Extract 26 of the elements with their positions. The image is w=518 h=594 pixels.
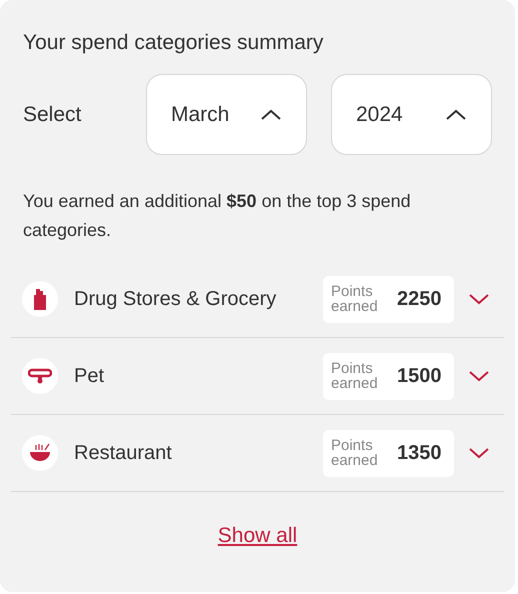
noodle-bowl-icon — [28, 443, 52, 463]
category-name: Pet — [74, 364, 106, 389]
category-name: Restaurant — [74, 441, 173, 466]
chevron-icon — [468, 370, 490, 382]
dropdown[interactable]: March — [146, 74, 307, 155]
select-label: Select — [23, 102, 82, 128]
dropdown[interactable]: 2024 — [331, 74, 492, 155]
points-value: 1500 — [397, 364, 442, 389]
chevron-icon — [468, 293, 490, 305]
earnings-message: You earned an additional $50 on the top 3 spend categories. — [22, 190, 412, 242]
chevron-icon — [260, 108, 282, 120]
points-label: Points earned — [331, 284, 379, 314]
points-value: 1350 — [397, 441, 442, 466]
points-label: Points earned — [331, 361, 379, 391]
expand-button[interactable] — [468, 447, 490, 459]
show-all-link[interactable]: Show all — [218, 520, 298, 552]
category-name: Drug Stores & Grocery — [74, 287, 278, 312]
chevron-icon — [445, 108, 467, 120]
grocery-bag-icon — [32, 288, 48, 310]
chevron-icon — [468, 447, 490, 459]
expand-button[interactable] — [468, 370, 490, 382]
expand-button[interactable] — [468, 293, 490, 305]
collar-icon — [28, 367, 52, 385]
card-title: Your spend categories summary — [22, 30, 324, 56]
points-value: 2250 — [397, 287, 442, 312]
points-label: Points earned — [331, 438, 379, 468]
